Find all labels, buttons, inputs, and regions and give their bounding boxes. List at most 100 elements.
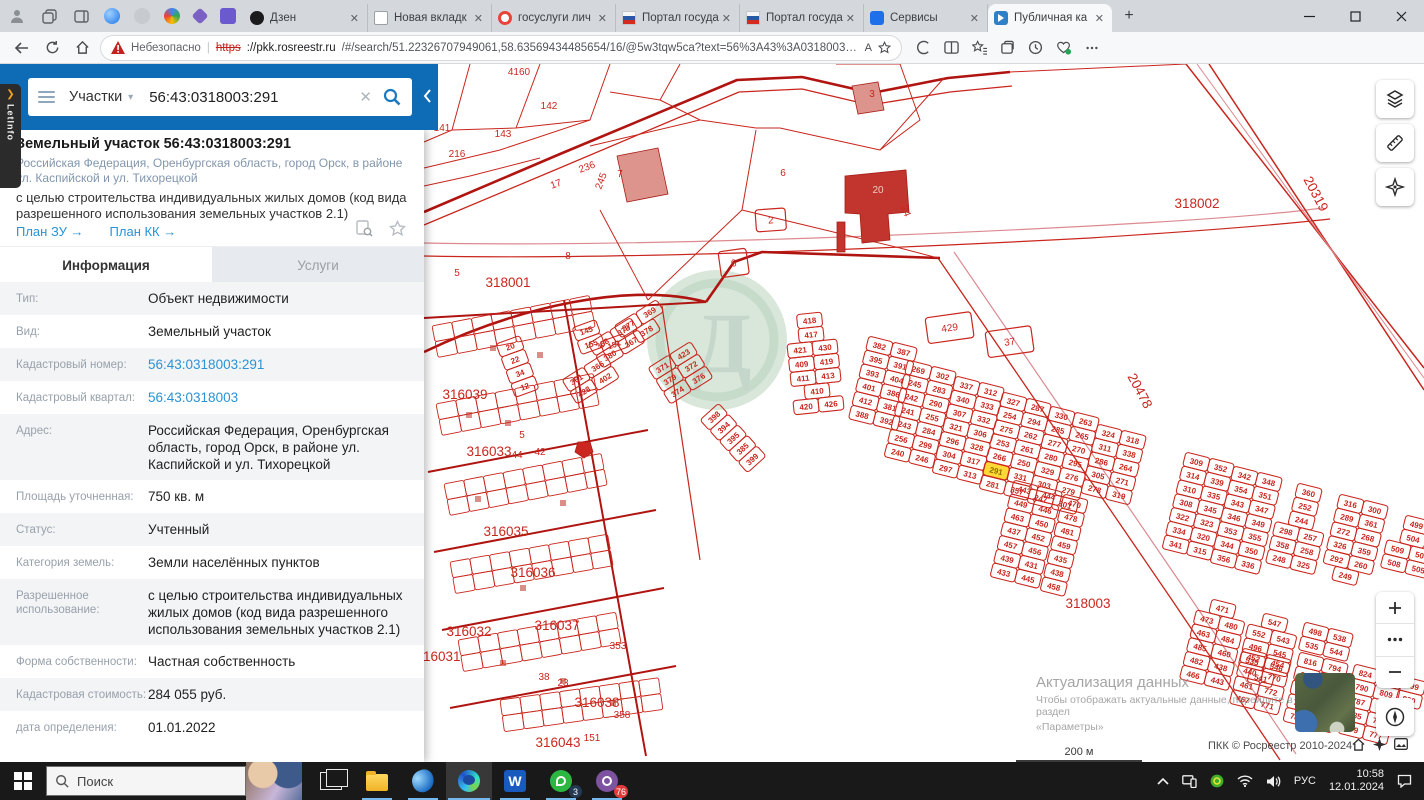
home-icon[interactable] <box>70 36 94 60</box>
tab-close-icon[interactable]: ✕ <box>348 12 361 25</box>
taskbar-file-explorer-icon[interactable] <box>354 762 400 800</box>
menu-icon[interactable] <box>38 91 55 103</box>
parcel-label: 143 <box>495 129 512 140</box>
parcel-number: 411 <box>796 374 810 384</box>
news-widget-button[interactable] <box>246 762 302 800</box>
pinned-extension-diamond-icon[interactable] <box>191 7 209 25</box>
language-indicator[interactable]: РУС <box>1294 775 1316 787</box>
tab-close-icon[interactable]: ✕ <box>596 12 609 25</box>
measure-ruler-button[interactable] <box>1376 124 1414 162</box>
toolbar-right-icons <box>916 40 1099 55</box>
pinned-extension-grid-icon[interactable] <box>220 8 236 24</box>
building-footprint <box>836 221 846 253</box>
settings-menu-icon[interactable] <box>1085 41 1099 55</box>
basemap-thumbnail[interactable] <box>1295 673 1355 732</box>
wifi-icon[interactable] <box>1237 775 1253 787</box>
locate-me-button[interactable] <box>1376 698 1414 736</box>
read-aloud-icon[interactable]: A <box>865 42 872 54</box>
security-warning-label: Небезопасно <box>131 41 201 54</box>
info-row-value-link[interactable]: 56:43:0318003:291 <box>148 356 414 381</box>
taskbar-search-box[interactable]: Поиск <box>46 766 246 796</box>
doc-search-icon[interactable] <box>356 220 373 237</box>
info-row-value-link[interactable]: 56:43:0318003 <box>148 389 414 414</box>
tray-expand-icon[interactable] <box>1157 777 1169 785</box>
taskbar-task-view-icon[interactable] <box>308 762 354 800</box>
search-category-select[interactable]: Участки ▾ <box>69 89 133 105</box>
panel-collapse-icon[interactable] <box>422 88 432 104</box>
collections-icon[interactable] <box>1000 40 1015 55</box>
history-icon[interactable] <box>1028 40 1043 55</box>
zoom-out-button[interactable] <box>1376 657 1414 688</box>
viber-badge: 76 <box>613 785 628 798</box>
tab-close-icon[interactable]: ✕ <box>844 12 857 25</box>
search-submit-icon[interactable] <box>382 87 402 107</box>
pinned-extension-color-icon[interactable] <box>164 8 180 24</box>
browser-essentials-icon[interactable] <box>1056 40 1072 55</box>
chevron-down-icon: ▾ <box>128 91 134 103</box>
compass-icon[interactable] <box>1373 738 1386 751</box>
tab-actions-icon[interactable] <box>40 7 58 25</box>
split-screen-icon[interactable] <box>944 40 959 55</box>
volume-icon[interactable] <box>1266 775 1281 788</box>
zoom-in-button[interactable] <box>1376 592 1414 625</box>
tab-close-icon[interactable]: ✕ <box>968 12 981 25</box>
search-input[interactable] <box>147 87 350 107</box>
back-icon[interactable] <box>10 36 34 60</box>
browser-tab[interactable]: Дзен ✕ <box>244 4 368 32</box>
sidebar-toggle-icon[interactable] <box>72 7 90 25</box>
tab-title: Портал госуда <box>766 12 843 24</box>
tab-close-icon[interactable]: ✕ <box>472 12 485 25</box>
url-field[interactable]: Небезопасно | https://pkk.rosreestr.ru /#… <box>100 34 902 61</box>
layers-button[interactable] <box>1376 80 1414 118</box>
screenshot-icon[interactable] <box>1394 738 1408 751</box>
pinned-extension-gray-icon[interactable] <box>134 8 150 24</box>
copilot-icon[interactable] <box>916 40 931 55</box>
tab-close-icon[interactable]: ✕ <box>1093 12 1106 25</box>
home-view-icon[interactable] <box>1352 738 1365 751</box>
browser-tab[interactable]: Публичная ка ✕ <box>988 4 1112 32</box>
taskbar-viber-icon[interactable]: 76 <box>584 762 630 800</box>
info-row-value: Земли населённых пунктов <box>148 555 320 570</box>
clear-search-icon[interactable]: ✕ <box>359 88 372 106</box>
profile-icon[interactable] <box>8 7 26 25</box>
browser-tab[interactable]: Портал госуда ✕ <box>740 4 864 32</box>
phone-link-icon[interactable] <box>1182 774 1197 788</box>
parcel-number: 413 <box>821 371 836 381</box>
favorites-hub-icon[interactable] <box>972 40 987 55</box>
parcel-label: 20 <box>872 185 884 196</box>
quarter-label: 316038 <box>574 695 619 710</box>
notification-center-icon[interactable] <box>1397 774 1412 788</box>
info-row-label: Адрес: <box>16 425 53 437</box>
parcel-label: 151 <box>584 733 601 744</box>
search-category-label: Участки <box>69 89 123 105</box>
antivirus-icon[interactable] <box>1210 774 1224 788</box>
letinfo-extension-tab[interactable]: ❯ LetInfo <box>0 84 21 188</box>
reload-icon[interactable] <box>40 36 64 60</box>
minimize-button[interactable] <box>1286 0 1332 32</box>
browser-tab[interactable]: Новая вкладк ✕ <box>368 4 492 32</box>
browser-tab[interactable]: госуслуги лич ✕ <box>492 4 616 32</box>
close-window-button[interactable] <box>1378 0 1424 32</box>
zoom-levels-button[interactable] <box>1376 624 1414 657</box>
plan-kk-link[interactable]: План КК → <box>110 224 177 239</box>
taskbar-edge-icon[interactable] <box>446 762 492 800</box>
info-row-value: 01.01.2022 <box>148 720 216 735</box>
taskbar-word-icon[interactable]: W <box>492 762 538 800</box>
new-tab-button[interactable]: + <box>1116 3 1142 29</box>
coordinates-button[interactable] <box>1376 168 1414 206</box>
browser-tab[interactable]: Сервисы ✕ <box>864 4 988 32</box>
maximize-button[interactable] <box>1332 0 1378 32</box>
start-button[interactable] <box>0 762 46 800</box>
tab-services[interactable]: Услуги <box>212 247 424 283</box>
tray-time: 10:58 <box>1356 768 1384 780</box>
taskbar-whatsapp-icon[interactable]: 3 <box>538 762 584 800</box>
browser-tab[interactable]: Портал госуда ✕ <box>616 4 740 32</box>
tab-information[interactable]: Информация <box>0 247 212 283</box>
taskbar-photos-icon[interactable] <box>400 762 446 800</box>
tab-close-icon[interactable]: ✕ <box>720 12 733 25</box>
star-icon[interactable] <box>389 220 406 237</box>
clock[interactable]: 10:58 12.01.2024 <box>1329 768 1384 794</box>
plan-zu-link[interactable]: План ЗУ → <box>16 224 84 239</box>
favorite-star-icon[interactable] <box>878 41 891 54</box>
pinned-extension-globe-icon[interactable] <box>104 8 120 24</box>
